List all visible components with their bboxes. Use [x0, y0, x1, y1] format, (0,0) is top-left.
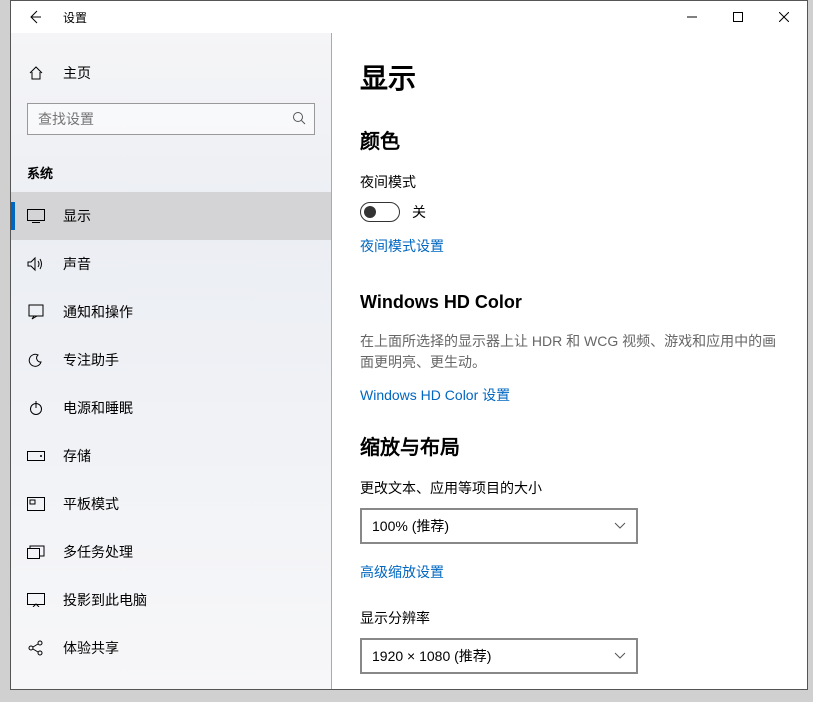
sidebar-item-storage[interactable]: 存储: [11, 432, 331, 480]
chevron-down-icon: [614, 652, 626, 660]
minimize-button[interactable]: [669, 1, 715, 33]
resolution-value: 1920 × 1080 (推荐): [372, 646, 491, 666]
maximize-button[interactable]: [715, 1, 761, 33]
sidebar-item-label: 电源和睡眠: [63, 398, 133, 418]
sidebar-group-title: 系统: [27, 163, 331, 182]
sidebar-item-sound[interactable]: 声音: [11, 240, 331, 288]
settings-window: 设置 主页: [10, 0, 808, 690]
sidebar-item-notifications[interactable]: 通知和操作: [11, 288, 331, 336]
sidebar-item-projecting[interactable]: 投影到此电脑: [11, 576, 331, 624]
sidebar-item-power-sleep[interactable]: 电源和睡眠: [11, 384, 331, 432]
content-pane[interactable]: 显示 颜色 夜间模式 关 夜间模式设置 Windows HD Color 在上面…: [332, 33, 807, 689]
titlebar: 设置: [11, 1, 807, 33]
home-label: 主页: [63, 63, 91, 83]
sidebar: 主页 系统 显示 声音 通知和操作: [11, 33, 331, 689]
night-mode-settings-link[interactable]: 夜间模式设置: [360, 236, 444, 256]
sidebar-item-label: 平板模式: [63, 494, 119, 514]
hdcolor-settings-link[interactable]: Windows HD Color 设置: [360, 385, 510, 405]
home-icon: [27, 64, 45, 82]
sidebar-item-label: 投影到此电脑: [63, 590, 147, 610]
page-title: 显示: [360, 57, 779, 97]
display-icon: [27, 207, 45, 225]
sidebar-item-label: 体验共享: [63, 638, 119, 658]
search-input[interactable]: [27, 103, 315, 135]
sidebar-item-tablet-mode[interactable]: 平板模式: [11, 480, 331, 528]
sidebar-item-label: 显示: [63, 206, 91, 226]
back-button[interactable]: [25, 7, 45, 27]
resolution-label: 显示分辨率: [360, 608, 779, 628]
night-mode-state: 关: [412, 202, 426, 222]
window-title: 设置: [63, 9, 87, 26]
night-mode-label: 夜间模式: [360, 172, 779, 192]
storage-icon: [27, 447, 45, 465]
projecting-icon: [27, 591, 45, 609]
hdcolor-description: 在上面所选择的显示器上让 HDR 和 WCG 视频、游戏和应用中的画面更明亮、更…: [360, 331, 779, 373]
focus-assist-icon: [27, 351, 45, 369]
sidebar-item-label: 存储: [63, 446, 91, 466]
sidebar-item-display[interactable]: 显示: [11, 192, 331, 240]
shared-experiences-icon: [27, 639, 45, 657]
scaling-value: 100% (推荐): [372, 516, 449, 536]
scaling-size-label: 更改文本、应用等项目的大小: [360, 478, 779, 498]
sidebar-item-shared-experiences[interactable]: 体验共享: [11, 624, 331, 672]
chevron-down-icon: [614, 522, 626, 530]
scaling-select[interactable]: 100% (推荐): [360, 508, 638, 544]
power-icon: [27, 399, 45, 417]
sound-icon: [27, 255, 45, 273]
multitasking-icon: [27, 543, 45, 561]
notifications-icon: [27, 303, 45, 321]
scaling-heading: 缩放与布局: [360, 431, 779, 460]
close-button[interactable]: [761, 1, 807, 33]
night-mode-toggle[interactable]: [360, 202, 400, 222]
hdcolor-heading: Windows HD Color: [360, 292, 779, 313]
sidebar-item-focus-assist[interactable]: 专注助手: [11, 336, 331, 384]
advanced-scaling-link[interactable]: 高级缩放设置: [360, 562, 444, 582]
sidebar-item-label: 通知和操作: [63, 302, 133, 322]
resolution-select[interactable]: 1920 × 1080 (推荐): [360, 638, 638, 674]
tablet-icon: [27, 495, 45, 513]
home-button[interactable]: 主页: [11, 55, 331, 91]
sidebar-item-label: 声音: [63, 254, 91, 274]
sidebar-item-label: 专注助手: [63, 350, 119, 370]
color-heading: 颜色: [360, 125, 779, 154]
sidebar-item-label: 多任务处理: [63, 542, 133, 562]
sidebar-item-multitasking[interactable]: 多任务处理: [11, 528, 331, 576]
